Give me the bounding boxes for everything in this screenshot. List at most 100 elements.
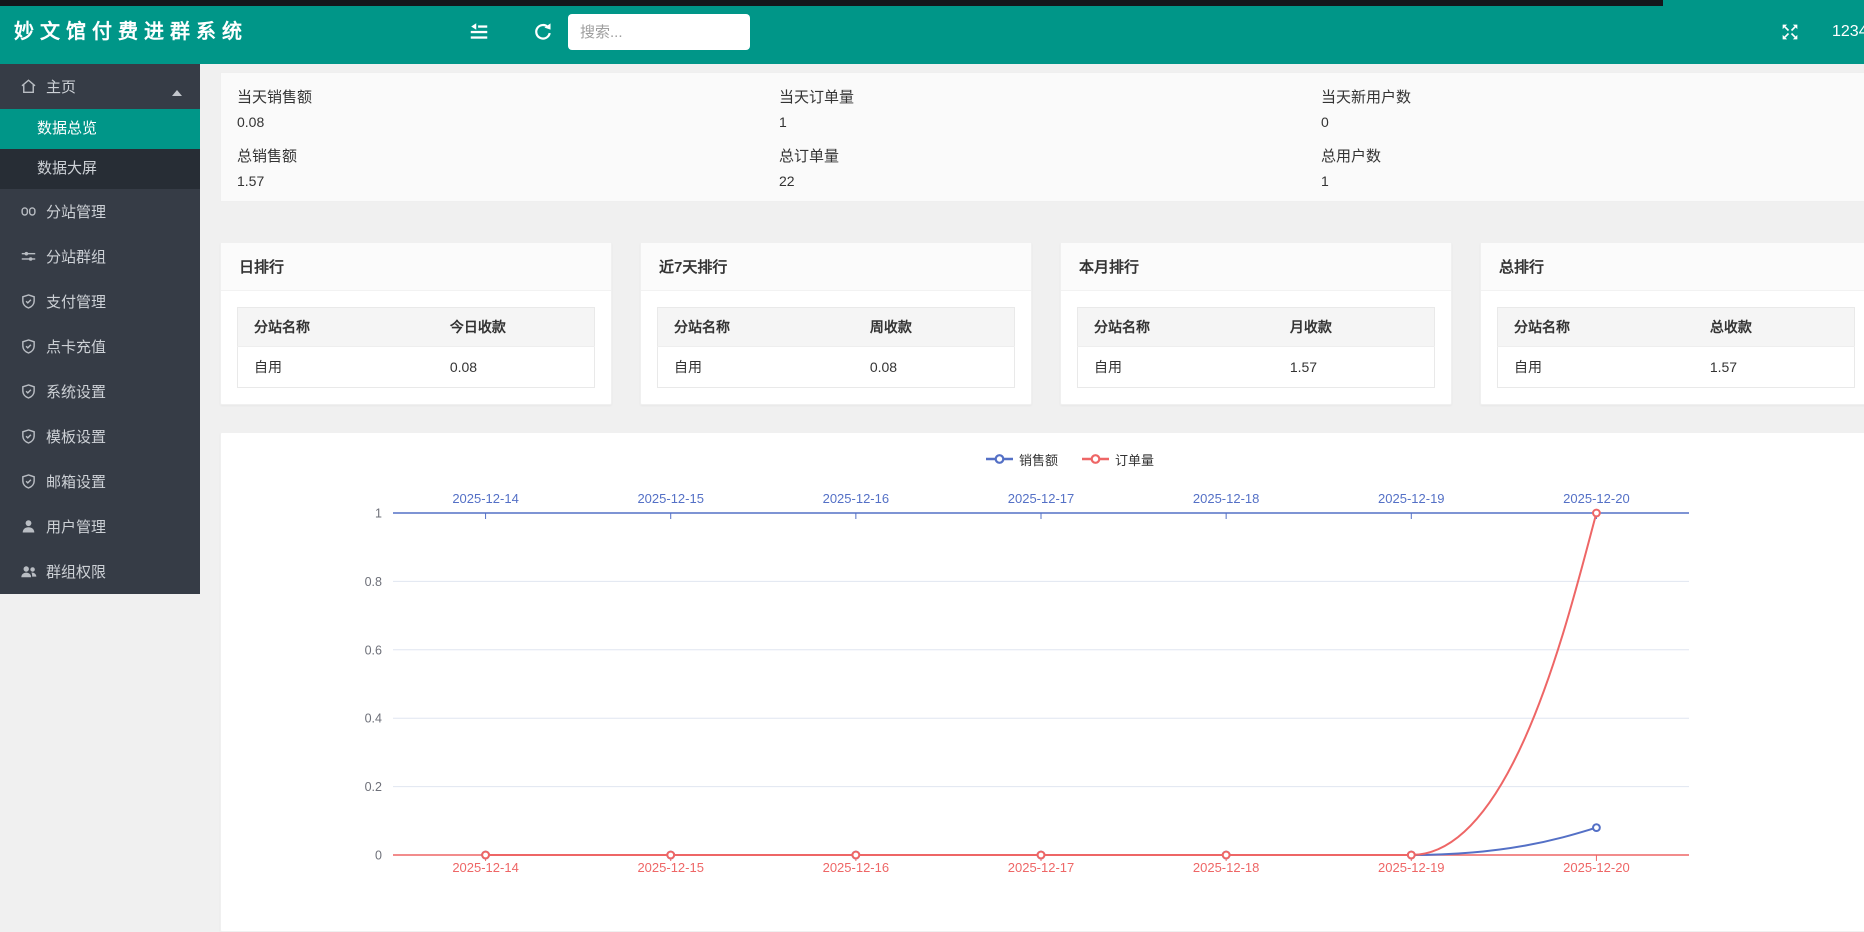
username-menu[interactable]: 12345: [1832, 0, 1864, 64]
column-header: 今日收款: [434, 308, 595, 347]
main-content: 当天销售额0.08当天订单量1当天新用户数0总销售额1.57总订单量22总用户数…: [220, 64, 1864, 932]
svg-text:0.8: 0.8: [365, 575, 382, 589]
sliders-icon: [20, 248, 38, 266]
stat-label: 总用户数: [1321, 145, 1864, 166]
svg-text:2025-12-20: 2025-12-20: [1563, 491, 1630, 506]
sidebar-item-home[interactable]: 主页: [0, 64, 200, 109]
total-ranking-card: 总排行分站名称总收款自用1.57: [1480, 242, 1864, 405]
svg-text:2025-12-15: 2025-12-15: [637, 491, 704, 506]
sidebar-item-group-permissions[interactable]: 群组权限: [0, 549, 200, 594]
stats-panel: 当天销售额0.08当天订单量1当天新用户数0总销售额1.57总订单量22总用户数…: [220, 72, 1864, 202]
ranking-cards-row: 日排行分站名称今日收款自用0.08近7天排行分站名称周收款自用0.08本月排行分…: [220, 242, 1864, 405]
column-header: 分站名称: [238, 308, 434, 347]
shield-check-icon: [20, 428, 38, 446]
svg-text:2025-12-18: 2025-12-18: [1193, 491, 1260, 506]
amount-cell: 0.08: [854, 347, 1015, 388]
sidebar-item-label: 点卡充值: [46, 336, 106, 357]
svg-text:0.6: 0.6: [365, 643, 382, 657]
shield-check-icon: [20, 383, 38, 401]
svg-text:2025-12-19: 2025-12-19: [1378, 491, 1445, 506]
refresh-icon[interactable]: [532, 21, 554, 43]
stat-value: 1: [1321, 173, 1864, 189]
svg-text:0.2: 0.2: [365, 780, 382, 794]
sidebar-item-template-settings[interactable]: 模板设置: [0, 414, 200, 459]
sidebar-subitem-data-overview[interactable]: 数据总览: [0, 109, 200, 149]
sidebar-item-label: 分站群组: [46, 246, 106, 267]
svg-text:2025-12-14: 2025-12-14: [452, 860, 518, 875]
shield-check-icon: [20, 473, 38, 491]
fullscreen-icon[interactable]: [1780, 22, 1800, 42]
app-title: 妙文馆付费进群系统: [14, 0, 248, 64]
stat-total-users: 总用户数 1: [1321, 145, 1864, 189]
svg-text:2025-12-18: 2025-12-18: [1193, 860, 1260, 875]
svg-text:1: 1: [375, 507, 382, 521]
ranking-table: 分站名称总收款自用1.57: [1497, 307, 1855, 388]
stat-value: 0: [1321, 114, 1864, 130]
svg-text:2025-12-15: 2025-12-15: [637, 860, 704, 875]
users-icon: [20, 563, 38, 581]
stat-today-new-users: 当天新用户数0: [1321, 86, 1864, 130]
sidebar-item-payment-management[interactable]: 支付管理: [0, 279, 200, 324]
substation-name-cell: 自用: [658, 347, 854, 388]
legend-item-orders[interactable]: 订单量: [1082, 450, 1154, 469]
stat-label: 总销售额: [237, 145, 779, 166]
header-bar: 妙文馆付费进群系统 12345: [0, 0, 1864, 64]
sidebar-item-user-management[interactable]: 用户管理: [0, 504, 200, 549]
stat-label: 总订单量: [779, 145, 1321, 166]
stat-total-sales: 总销售额1.57: [237, 145, 779, 189]
amount-cell: 1.57: [1694, 347, 1855, 388]
7day-ranking-card: 近7天排行分站名称周收款自用0.08: [640, 242, 1032, 405]
table-row: 自用1.57: [1078, 347, 1435, 388]
chart-card: 销售额订单量 00.20.40.60.812025-12-142025-12-1…: [220, 432, 1864, 932]
svg-text:2025-12-16: 2025-12-16: [823, 491, 890, 506]
sidebar-item-mailbox-settings[interactable]: 邮箱设置: [0, 459, 200, 504]
sidebar-item-label: 分站管理: [46, 201, 106, 222]
column-header: 分站名称: [658, 308, 854, 347]
table-row: 自用1.57: [1498, 347, 1855, 388]
card-title: 近7天排行: [641, 243, 1031, 291]
stat-value: 22: [779, 173, 1321, 189]
sidebar-item-substation-management[interactable]: 分站管理: [0, 189, 200, 234]
legend-item-sales[interactable]: 销售额: [986, 450, 1058, 469]
stat-value: 1: [779, 114, 1321, 130]
svg-text:2025-12-19: 2025-12-19: [1378, 860, 1445, 875]
sidebar-item-label: 系统设置: [46, 381, 106, 402]
ranking-table: 分站名称周收款自用0.08: [657, 307, 1015, 388]
stat-label: 当天订单量: [779, 86, 1321, 107]
substation-name-cell: 自用: [238, 347, 434, 388]
sidebar-item-substation-groups[interactable]: 分站群组: [0, 234, 200, 279]
search-input[interactable]: [568, 14, 750, 50]
legend-label: 销售额: [1019, 450, 1058, 469]
ranking-table: 分站名称今日收款自用0.08: [237, 307, 595, 388]
svg-text:2025-12-16: 2025-12-16: [823, 860, 890, 875]
home-icon: [20, 78, 38, 96]
stat-today-orders: 当天订单量 1: [779, 86, 1321, 130]
stat-today-sales: 当天销售额0.08: [237, 86, 779, 130]
sidebar: 主页数据总览数据大屏分站管理分站群组支付管理点卡充值系统设置模板设置邮箱设置用户…: [0, 64, 200, 594]
stat-value: 0.08: [237, 114, 779, 130]
svg-text:2025-12-14: 2025-12-14: [452, 491, 518, 506]
legend-marker-icon: [1082, 454, 1109, 464]
legend-label: 订单量: [1115, 450, 1154, 469]
sidebar-item-card-recharge[interactable]: 点卡充值: [0, 324, 200, 369]
amount-cell: 0.08: [434, 347, 595, 388]
sidebar-item-label: 用户管理: [46, 516, 106, 537]
svg-text:2025-12-20: 2025-12-20: [1563, 860, 1630, 875]
sidebar-item-system-settings[interactable]: 系统设置: [0, 369, 200, 414]
sidebar-item-label: 群组权限: [46, 561, 106, 582]
card-title: 本月排行: [1061, 243, 1451, 291]
window-top-strip: [0, 0, 1663, 6]
collapse-menu-icon[interactable]: [468, 21, 490, 43]
chevron-up-icon: [172, 83, 182, 100]
table-row: 自用0.08: [238, 347, 595, 388]
column-header: 分站名称: [1498, 308, 1694, 347]
card-title: 总排行: [1481, 243, 1864, 291]
column-header: 周收款: [854, 308, 1015, 347]
sales-orders-chart: 00.20.40.60.812025-12-142025-12-142025-1…: [221, 475, 1864, 900]
svg-text:2025-12-17: 2025-12-17: [1008, 491, 1075, 506]
legend-marker-icon: [986, 454, 1013, 464]
shield-check-icon: [20, 338, 38, 356]
amount-cell: 1.57: [1274, 347, 1435, 388]
substation-icon: [20, 203, 38, 221]
sidebar-subitem-data-big-screen[interactable]: 数据大屏: [0, 149, 200, 189]
